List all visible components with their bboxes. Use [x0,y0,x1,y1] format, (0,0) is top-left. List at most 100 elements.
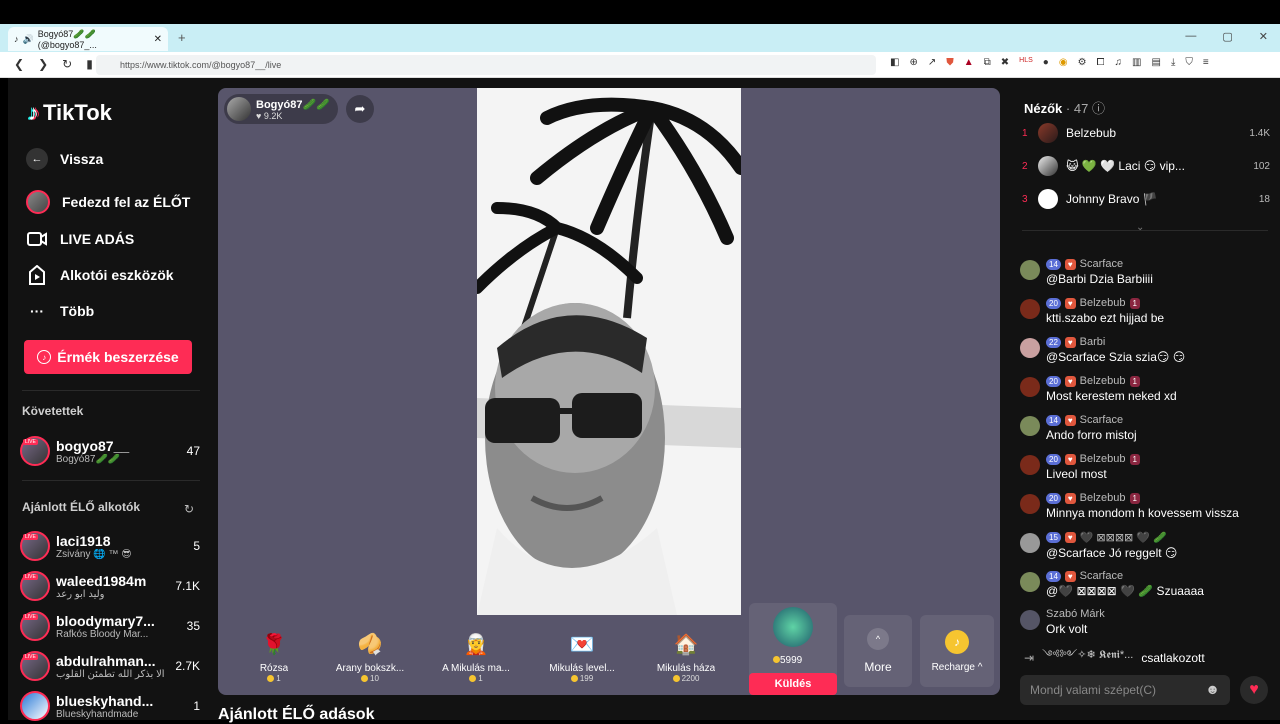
hls-icon[interactable]: HLS [1019,57,1033,68]
close-tab-icon[interactable]: ✕ [154,34,162,45]
back-link[interactable]: ← Vissza [26,148,103,170]
chat-username[interactable]: Scarface [1080,258,1123,270]
creator-name: bloodymary7... [56,612,155,629]
reload-icon[interactable]: ↻ [62,57,72,71]
bookmark-icon[interactable]: ▮ [86,57,93,71]
music-icon[interactable]: ♫ [1115,57,1123,68]
back-arrow-icon[interactable]: ❮ [14,57,24,71]
chat-username[interactable]: Barbi [1080,336,1106,348]
recommended-item[interactable]: blueskyhand... Blueskyhandmade 1 [20,689,200,723]
join-notice: ⇥ ༺༻✧❄ 𝕶𝖊𝖓𝖎*... csatlakozott [1024,642,1270,673]
chevron-down-icon[interactable]: ⌄ [1136,222,1144,233]
avatar[interactable] [1020,572,1040,592]
triangle-icon[interactable]: ▲ [964,57,974,68]
recommended-item[interactable]: LIVE abdulrahman... ألا بذكر الله تطمئن … [20,649,200,683]
sidebar-item-creator-tools[interactable]: Alkotói eszközök [26,264,174,286]
maximize-icon[interactable]: ▢ [1222,30,1232,43]
new-tab-icon[interactable]: + [178,30,186,45]
avatar[interactable] [1020,494,1040,514]
recommended-item[interactable]: LIVE waleed1984m وليد ابو رعد 7.1K [20,569,200,603]
avatar[interactable] [1020,416,1040,436]
avatar [1038,189,1058,209]
avatar[interactable] [1020,610,1040,630]
top-viewer-row[interactable]: 3 Johnny Bravo 🏴 18 [1022,186,1270,212]
selected-gift[interactable]: 5999 Küldés [749,603,837,695]
chat-username[interactable]: Scarface [1080,414,1123,426]
viewer-count: 2.7K [175,659,200,673]
avatar[interactable] [1020,533,1040,553]
level-badge: 20 [1046,375,1061,387]
live-badge: LIVE [23,534,38,540]
viewers-title[interactable]: Nézők · 47 ⓘ [1024,98,1105,117]
sidebar-item-live-studio[interactable]: LIVE ADÁS [26,228,134,250]
menu-icon[interactable]: ≡ [1203,57,1209,68]
chat-message: 14 ♥ Scarface @Barbi Dzia Barbiiii [1020,258,1270,286]
vpn-icon[interactable]: ⛉ [1185,57,1193,68]
recharge-button[interactable]: ♪ Recharge ^ [920,615,994,687]
joined-username[interactable]: ༺༻✧❄ 𝕶𝖊𝖓𝖎*... [1042,642,1133,673]
forward-arrow-icon[interactable]: ❯ [38,57,48,71]
send-gift-button[interactable]: Küldés [749,673,837,695]
chat-username[interactable]: Belzebub [1080,375,1126,387]
avatar[interactable] [1020,260,1040,280]
more-gifts-button[interactable]: ^ More [844,615,912,687]
circle-ext-icon[interactable]: ● [1043,57,1049,68]
camera-icon [26,228,48,250]
chat-username[interactable]: 🖤 ⊠⊠⊠⊠ 🖤 🥒 [1080,531,1167,544]
chat-username[interactable]: Szabó Márk [1046,608,1105,620]
x-icon[interactable]: ✖ [1001,57,1009,68]
chat-username[interactable]: Belzebub [1080,453,1126,465]
host-info[interactable]: Bogyó87🥒🥒 ♥ 9.2K [224,94,338,124]
like-button[interactable]: ♥ [1240,676,1268,704]
chat-input[interactable]: Mondj valami szépet(C) ☻ [1020,675,1230,705]
top-viewer-row[interactable]: 2 😺 💚 🤍 Laci 😏 vip... 102 [1022,153,1270,179]
translate-icon[interactable]: ◧ [890,57,899,68]
tiktok-logo[interactable]: ♪ TikTok [28,100,112,126]
info-icon[interactable]: ⓘ [1092,101,1105,116]
download-icon[interactable]: ⤓ [1171,57,1175,68]
sidebar-icon[interactable]: ▥ [1132,57,1141,68]
browser-tab[interactable]: ♪ 🔊 Bogyó87🥒🥒 (@bogyo87_... ✕ [8,27,168,51]
chat-username[interactable]: Scarface [1080,570,1123,582]
extension-icon[interactable]: ⧉ [984,57,991,68]
get-coins-button[interactable]: ♪ Érmék beszerzése [24,340,192,374]
avatar[interactable] [1020,299,1040,319]
puzzle-icon[interactable]: ⧠ [1097,57,1105,68]
color-ext-icon[interactable]: ◉ [1059,57,1068,68]
share-page-icon[interactable]: ↗ [928,57,936,68]
recommended-item[interactable]: LIVE laci1918 Zsivány 🌐 ™ 😎 5 [20,529,200,563]
fan-badge-icon: ♥ [1064,492,1076,504]
gift-item[interactable]: 🥠 Arany bokszk... 10 [320,617,420,687]
gift-item[interactable]: 🌹 Rózsa 1 [224,617,324,687]
sidebar-item-more[interactable]: ··· Több [26,300,94,322]
live-stage: Bogyó87🥒🥒 ♥ 9.2K ➦ 🌹 Rózsa 1 🥠 Arany bok… [218,88,1000,695]
live-video[interactable] [477,88,741,615]
minimize-icon[interactable]: — [1185,30,1196,43]
avatar[interactable] [1020,338,1040,358]
refresh-icon[interactable]: ↻ [184,502,194,516]
avatar[interactable] [1020,455,1040,475]
close-window-icon[interactable]: ✕ [1259,30,1268,43]
chat-username[interactable]: Belzebub [1080,492,1126,504]
top-viewer-row[interactable]: 1 Belzebub 1.4K [1022,120,1270,146]
shield-icon[interactable]: ⛊ [946,57,954,68]
settings-ext-icon[interactable]: ⚙ [1078,57,1087,68]
speaker-icon[interactable]: 🔊 [23,34,34,45]
coin-icon [773,656,780,663]
zoom-icon[interactable]: ⊕ [909,57,917,68]
sidebar-item-explore-live[interactable]: Fedezd fel az ÉLŐT [26,190,190,214]
live-badge: LIVE [23,654,38,660]
emoji-icon[interactable]: ☻ [1205,681,1220,697]
wallet-icon[interactable]: ▤ [1152,57,1161,68]
following-item[interactable]: LIVE bogyo87__ Bogyó87🥒🥒 47 [20,434,200,468]
chat-username[interactable]: Belzebub [1080,297,1126,309]
recommended-item[interactable]: LIVE bloodymary7... Rafkós Bloody Mar...… [20,609,200,643]
url-field[interactable]: https://www.tiktok.com/@bogyo87__/live [96,55,876,75]
gift-item[interactable]: 🏠 Mikulás háza 2200 [636,617,736,687]
gift-item[interactable]: 🧝 A Mikulás ma... 1 [426,617,526,687]
share-button[interactable]: ➦ [346,95,374,123]
avatar[interactable] [1020,377,1040,397]
tiktok-app: ♪ TikTok ← Vissza Fedezd fel az ÉLŐT LIV… [8,78,1280,723]
gift-item[interactable]: 💌 Mikulás level... 199 [532,617,632,687]
avatar [20,691,50,721]
